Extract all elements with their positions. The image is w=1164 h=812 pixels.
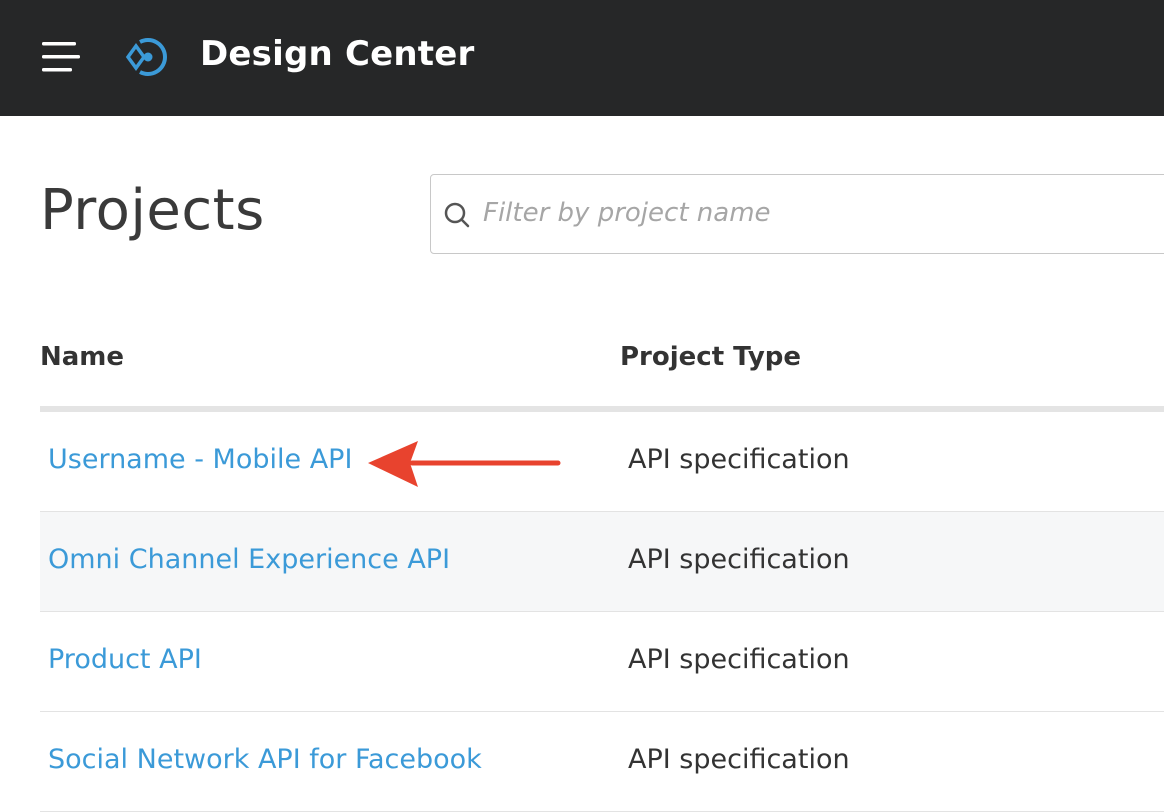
table-header: Name Project Type [40, 318, 1164, 412]
page-title: Projects [40, 178, 265, 243]
search-icon [444, 202, 470, 228]
design-center-logo-icon[interactable] [122, 33, 178, 81]
hamburger-menu-icon[interactable] [42, 40, 80, 74]
table-row[interactable]: Omni Channel Experience API API specific… [40, 512, 1164, 612]
app-title: Design Center [200, 34, 475, 74]
project-filter-input[interactable] [483, 175, 1163, 251]
search-box [430, 174, 1164, 254]
project-link[interactable]: Product API [48, 644, 202, 675]
table-row[interactable]: Username - Mobile API API specification [40, 412, 1164, 512]
annotation-arrow-icon [368, 441, 561, 487]
top-navigation-bar: Design Center [0, 0, 1164, 116]
projects-table: Name Project Type Username - Mobile API … [40, 318, 1164, 812]
project-type-cell: API specification [628, 444, 850, 475]
project-type-cell: API specification [628, 544, 850, 575]
project-link[interactable]: Username - Mobile API [48, 444, 352, 475]
table-row[interactable]: Social Network API for Facebook API spec… [40, 712, 1164, 812]
column-header-name[interactable]: Name [40, 342, 124, 372]
table-row[interactable]: Product API API specification [40, 612, 1164, 712]
project-type-cell: API specification [628, 644, 850, 675]
project-link[interactable]: Omni Channel Experience API [48, 544, 450, 575]
column-header-project-type[interactable]: Project Type [620, 342, 801, 372]
